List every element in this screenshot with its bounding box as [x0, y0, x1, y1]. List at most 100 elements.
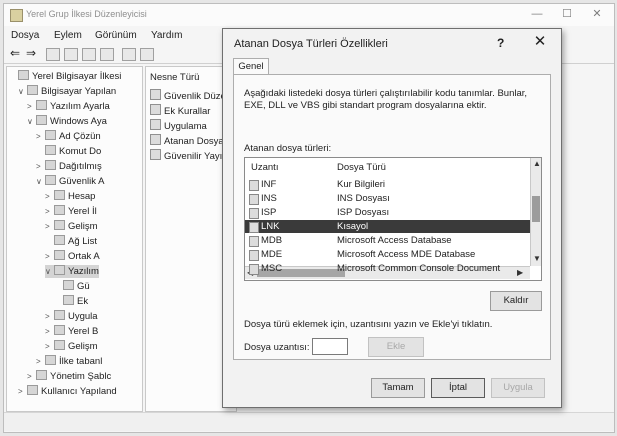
- list-item[interactable]: Uygulama: [150, 119, 207, 132]
- list-item[interactable]: Güvenilir Yayın: [150, 149, 228, 162]
- close-button[interactable]: ✕: [584, 7, 610, 21]
- menu-yardim[interactable]: Yardım: [151, 30, 183, 41]
- collapsed-arrow-icon[interactable]: >: [45, 310, 54, 323]
- column-header-filetype[interactable]: Dosya Türü: [337, 162, 386, 173]
- add-hint-text: Dosya türü eklemek için, uzantısını yazı…: [244, 319, 493, 330]
- tree-node[interactable]: Komut Do: [36, 145, 101, 158]
- tree-node[interactable]: > Hesap: [45, 190, 95, 203]
- maximize-button[interactable]: ☐: [554, 7, 580, 21]
- tree-node[interactable]: > Yönetim Şablc: [27, 370, 111, 383]
- vertical-scrollbar[interactable]: ▲ ▼: [530, 158, 541, 266]
- ok-button[interactable]: Tamam: [371, 378, 425, 398]
- remove-button[interactable]: Kaldır: [490, 291, 542, 311]
- dialog-close-button[interactable]: ✕: [527, 33, 553, 51]
- up-level-icon[interactable]: [46, 48, 60, 61]
- expanded-arrow-icon[interactable]: ∨: [18, 85, 27, 98]
- list-item[interactable]: Güvenlik Düzey: [150, 89, 231, 102]
- menu-gorunum[interactable]: Görünüm: [95, 30, 137, 41]
- collapsed-arrow-icon[interactable]: >: [36, 130, 45, 143]
- tree-node[interactable]: > Yazılım Ayarla: [27, 100, 110, 113]
- collapsed-arrow-icon[interactable]: >: [45, 220, 54, 233]
- extension-label: Dosya uzantısı:: [244, 342, 310, 353]
- tree-node[interactable]: > Dağıtılmış: [36, 160, 102, 173]
- tree-node[interactable]: > Uygula: [45, 310, 98, 323]
- filetype-row[interactable]: LNK Kısayol: [245, 220, 530, 233]
- tab-genel[interactable]: Genel: [233, 58, 269, 75]
- show-tree-icon[interactable]: [64, 48, 78, 61]
- list-item[interactable]: Atanan Dosya T: [150, 134, 232, 147]
- tree-node[interactable]: > Yerel İl: [45, 205, 97, 218]
- collapsed-arrow-icon[interactable]: >: [27, 370, 36, 383]
- tree-node[interactable]: ∨ Windows Aya: [27, 115, 107, 128]
- filetype-row[interactable]: MDE Microsoft Access MDE Database: [245, 248, 530, 261]
- filetypes-list[interactable]: Uzantı Dosya Türü ▲ ▼ ◀ ▶ INFKur Bilgile…: [244, 157, 542, 281]
- filetype-description: Microsoft Access MDE Database: [337, 249, 476, 260]
- collapsed-arrow-icon[interactable]: >: [18, 385, 27, 398]
- expanded-arrow-icon[interactable]: ∨: [36, 175, 45, 188]
- collapsed-arrow-icon[interactable]: >: [36, 355, 45, 368]
- filetype-extension: MSC: [261, 263, 283, 274]
- scroll-up-icon[interactable]: ▲: [533, 159, 541, 169]
- tree-node[interactable]: > Ortak A: [45, 250, 100, 263]
- export-list-icon[interactable]: [82, 48, 96, 61]
- list-header[interactable]: Nesne Türü: [150, 72, 199, 83]
- filetype-row[interactable]: ISP ISP Dosyası: [245, 206, 530, 219]
- file-icon: [249, 180, 259, 191]
- tree-node-label: Ek: [77, 296, 89, 307]
- filter-icon[interactable]: [140, 48, 154, 61]
- properties-icon[interactable]: [100, 48, 114, 61]
- tree-node-label: Gelişm: [68, 221, 98, 232]
- folder-icon: [36, 100, 47, 110]
- collapsed-arrow-icon[interactable]: >: [36, 160, 45, 173]
- filetype-row[interactable]: INS INS Dosyası: [245, 192, 530, 205]
- list-item[interactable]: Ek Kurallar: [150, 104, 210, 117]
- filetype-row[interactable]: MDB Microsoft Access Database: [245, 234, 530, 247]
- tree-node[interactable]: ∨ Güvenlik A: [36, 175, 104, 188]
- menu-dosya[interactable]: Dosya: [11, 30, 39, 41]
- filetype-row[interactable]: INF Kur Bilgileri: [245, 178, 530, 191]
- help-icon[interactable]: [122, 48, 136, 61]
- tree-node[interactable]: ∨ Yazılım: [45, 265, 99, 278]
- forward-arrow-icon[interactable]: ⇒: [26, 46, 36, 60]
- tree-node[interactable]: > Kullanıcı Yapıland: [18, 385, 117, 398]
- collapsed-arrow-icon[interactable]: >: [45, 325, 54, 338]
- collapsed-arrow-icon[interactable]: >: [45, 340, 54, 353]
- folder-icon: [63, 280, 74, 290]
- folder-icon: [54, 190, 65, 200]
- tree-node[interactable]: Ağ List: [45, 235, 97, 248]
- tree-node[interactable]: Yerel Bilgisayar İlkesi: [9, 70, 121, 83]
- tree-node[interactable]: > İlke tabanl: [36, 355, 102, 368]
- help-button[interactable]: ?: [497, 36, 504, 50]
- expanded-arrow-icon[interactable]: ∨: [27, 115, 36, 128]
- tree-node-label: Kullanıcı Yapıland: [41, 386, 117, 397]
- tree-node[interactable]: Ek: [54, 295, 88, 308]
- tree-node[interactable]: > Ad Çözün: [36, 130, 101, 143]
- apply-button[interactable]: Uygula: [491, 378, 545, 398]
- column-header-extension[interactable]: Uzantı: [251, 162, 278, 173]
- folder-icon: [45, 130, 56, 140]
- collapsed-arrow-icon[interactable]: >: [45, 205, 54, 218]
- tree-node-label: Yönetim Şablc: [50, 371, 112, 382]
- folder-icon: [54, 265, 65, 275]
- expanded-arrow-icon[interactable]: ∨: [45, 265, 54, 278]
- tree-node[interactable]: > Gelişm: [45, 340, 98, 353]
- filetype-extension: INS: [261, 193, 277, 204]
- filetype-row[interactable]: MSC Microsoft Common Console Document: [245, 262, 530, 275]
- vertical-scroll-thumb[interactable]: [532, 196, 540, 222]
- scroll-down-icon[interactable]: ▼: [533, 254, 541, 264]
- tree-node[interactable]: Gü: [54, 280, 90, 293]
- menu-eylem[interactable]: Eylem: [54, 30, 82, 41]
- extension-input[interactable]: [312, 338, 348, 355]
- minimize-button[interactable]: —: [524, 7, 550, 21]
- tree-pane[interactable]: Yerel Bilgisayar İlkesi ∨ Bilgisayar Yapıl…: [6, 66, 143, 412]
- collapsed-arrow-icon[interactable]: >: [27, 100, 36, 113]
- back-arrow-icon[interactable]: ⇐: [10, 46, 20, 60]
- cancel-button[interactable]: İptal: [431, 378, 485, 398]
- tree-node[interactable]: ∨ Bilgisayar Yapılan: [18, 85, 116, 98]
- policy-icon: [150, 149, 161, 160]
- add-button[interactable]: Ekle: [368, 337, 424, 357]
- tree-node[interactable]: > Gelişm: [45, 220, 98, 233]
- collapsed-arrow-icon[interactable]: >: [45, 190, 54, 203]
- collapsed-arrow-icon[interactable]: >: [45, 250, 54, 263]
- tree-node[interactable]: > Yerel B: [45, 325, 98, 338]
